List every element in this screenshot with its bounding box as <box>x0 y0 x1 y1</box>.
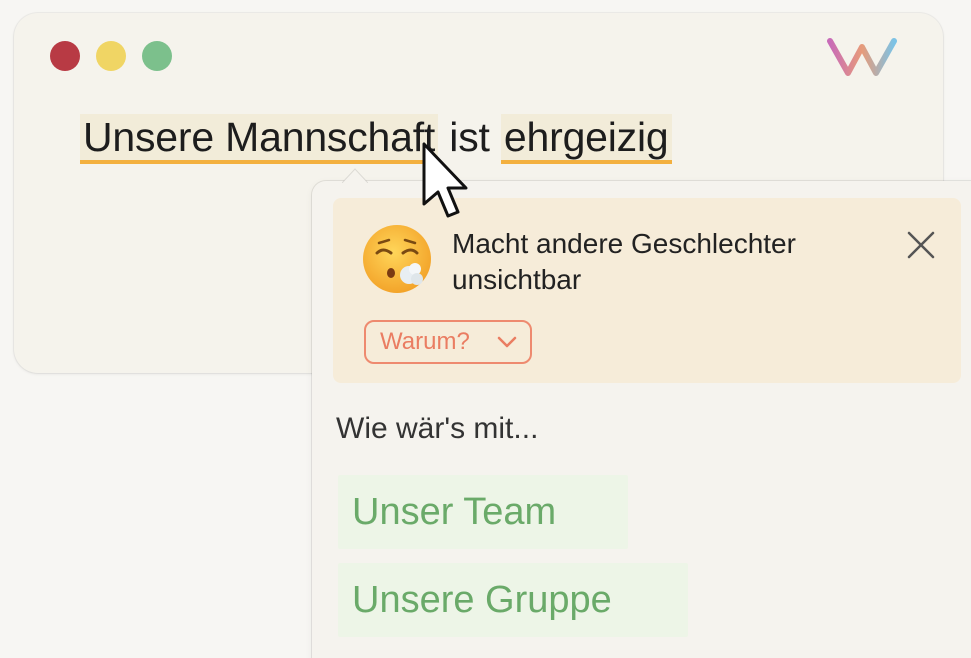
exhaling-face-emoji-icon <box>363 225 431 293</box>
editor-sentence[interactable]: Unsere Mannschaft ist ehrgeizig <box>80 114 672 164</box>
why-button[interactable]: Warum? <box>364 320 532 364</box>
mouse-pointer-icon <box>422 142 468 218</box>
popup-pointer <box>342 168 368 183</box>
window-maximize-button[interactable] <box>142 41 172 71</box>
flagged-phrase[interactable]: Unsere Mannschaft <box>80 114 439 164</box>
window-minimize-button[interactable] <box>96 41 126 71</box>
window-close-button[interactable] <box>50 41 80 71</box>
suggestion-option[interactable]: Unser Team <box>338 475 628 549</box>
close-icon[interactable] <box>904 228 938 262</box>
suggestion-intro: Wie wär's mit... <box>336 412 539 445</box>
stage: Unsere Mannschaft ist ehrgeizig Macht an… <box>0 0 971 658</box>
wordflow-logo-icon <box>827 38 897 76</box>
flagged-word[interactable]: ehrgeizig <box>500 114 672 164</box>
suggestion-option[interactable]: Unsere Gruppe <box>338 563 688 637</box>
chevron-down-icon <box>497 336 517 348</box>
why-button-label: Warum? <box>380 328 470 355</box>
warning-title: Macht andere Geschlechter unsichtbar <box>452 228 796 295</box>
